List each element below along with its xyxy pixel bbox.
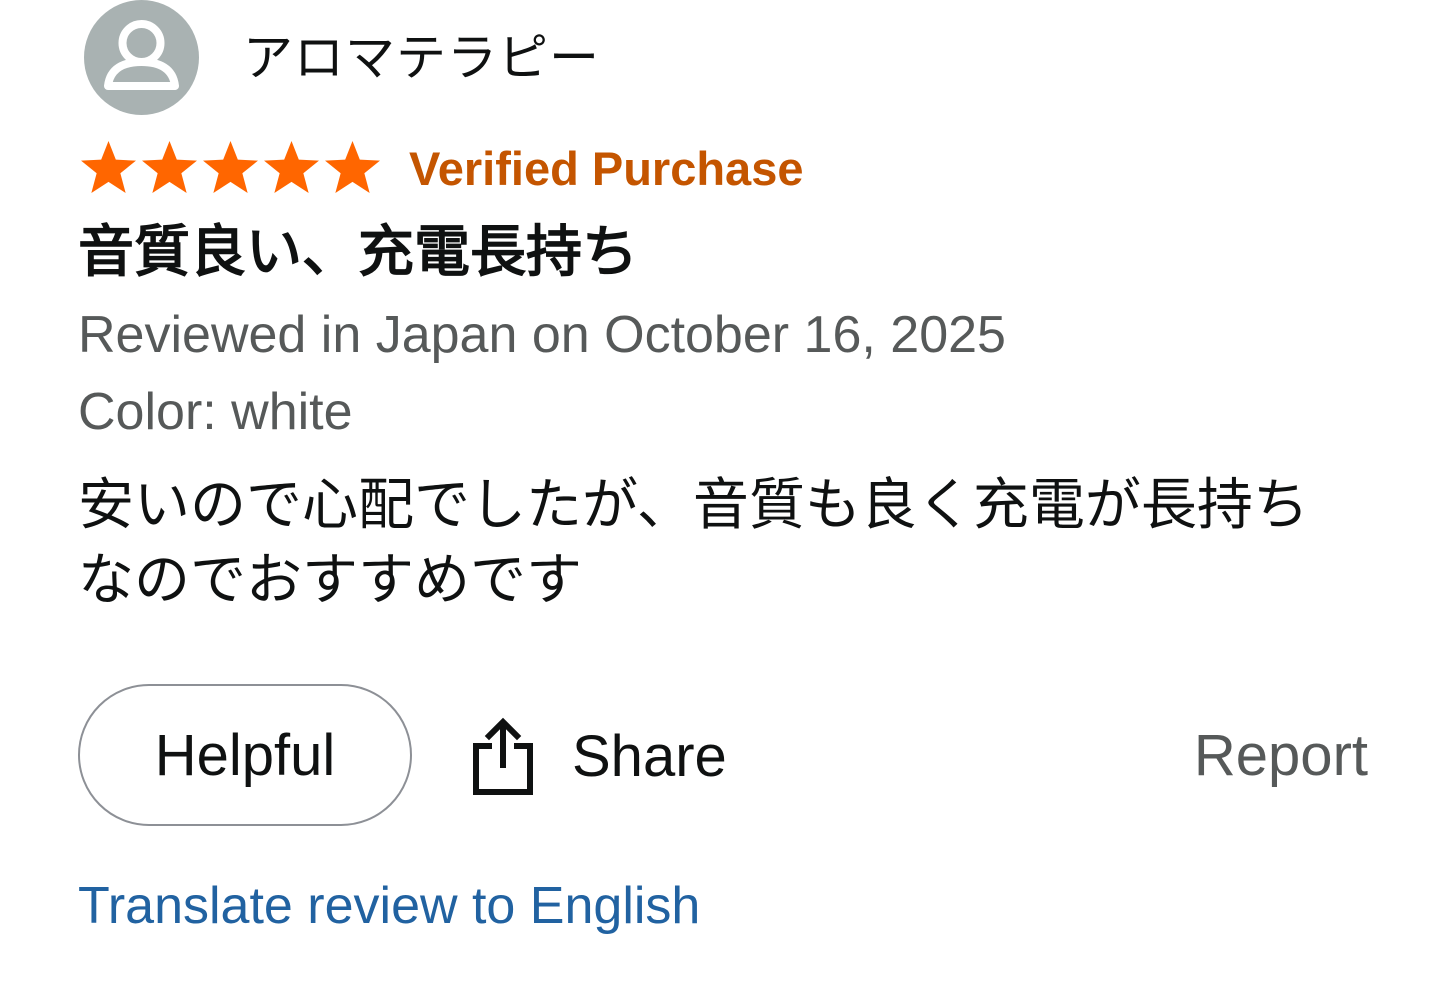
star-icon — [203, 141, 258, 193]
share-upload-icon — [473, 717, 533, 795]
verified-purchase-badge: Verified Purchase — [409, 141, 804, 195]
star-icon — [325, 141, 380, 193]
review-date: Reviewed in Japan on October 16, 2025 — [78, 306, 1006, 364]
star-icon — [142, 141, 197, 193]
reviewer-profile[interactable]: アロマテラピー — [84, 0, 600, 115]
review-title: 音質良い、充電長持ち — [78, 220, 638, 285]
helpful-button[interactable]: Helpful — [78, 684, 412, 826]
star-icon — [264, 141, 319, 193]
share-label: Share — [572, 723, 727, 789]
review-body: 安いので心配でしたが、音質も良く充電が長持ちなのでおすすめです — [78, 473, 1309, 613]
review-card: アロマテラピー Verified Purchase 音質良い、充電長持ち Rev… — [0, 0, 1440, 1007]
rating-row: Verified Purchase — [78, 138, 803, 198]
star-rating[interactable] — [78, 139, 383, 197]
translate-review-link[interactable]: Translate review to English — [78, 877, 700, 935]
report-link[interactable]: Report — [1194, 724, 1368, 788]
review-actions: Helpful Share Report — [78, 684, 1368, 830]
user-silhouette-icon — [104, 20, 179, 90]
share-button[interactable]: Share — [470, 714, 727, 798]
star-icon — [81, 141, 136, 193]
avatar[interactable] — [84, 0, 199, 115]
review-variant: Color: white — [78, 383, 353, 441]
reviewer-name[interactable]: アロマテラピー — [243, 33, 600, 83]
